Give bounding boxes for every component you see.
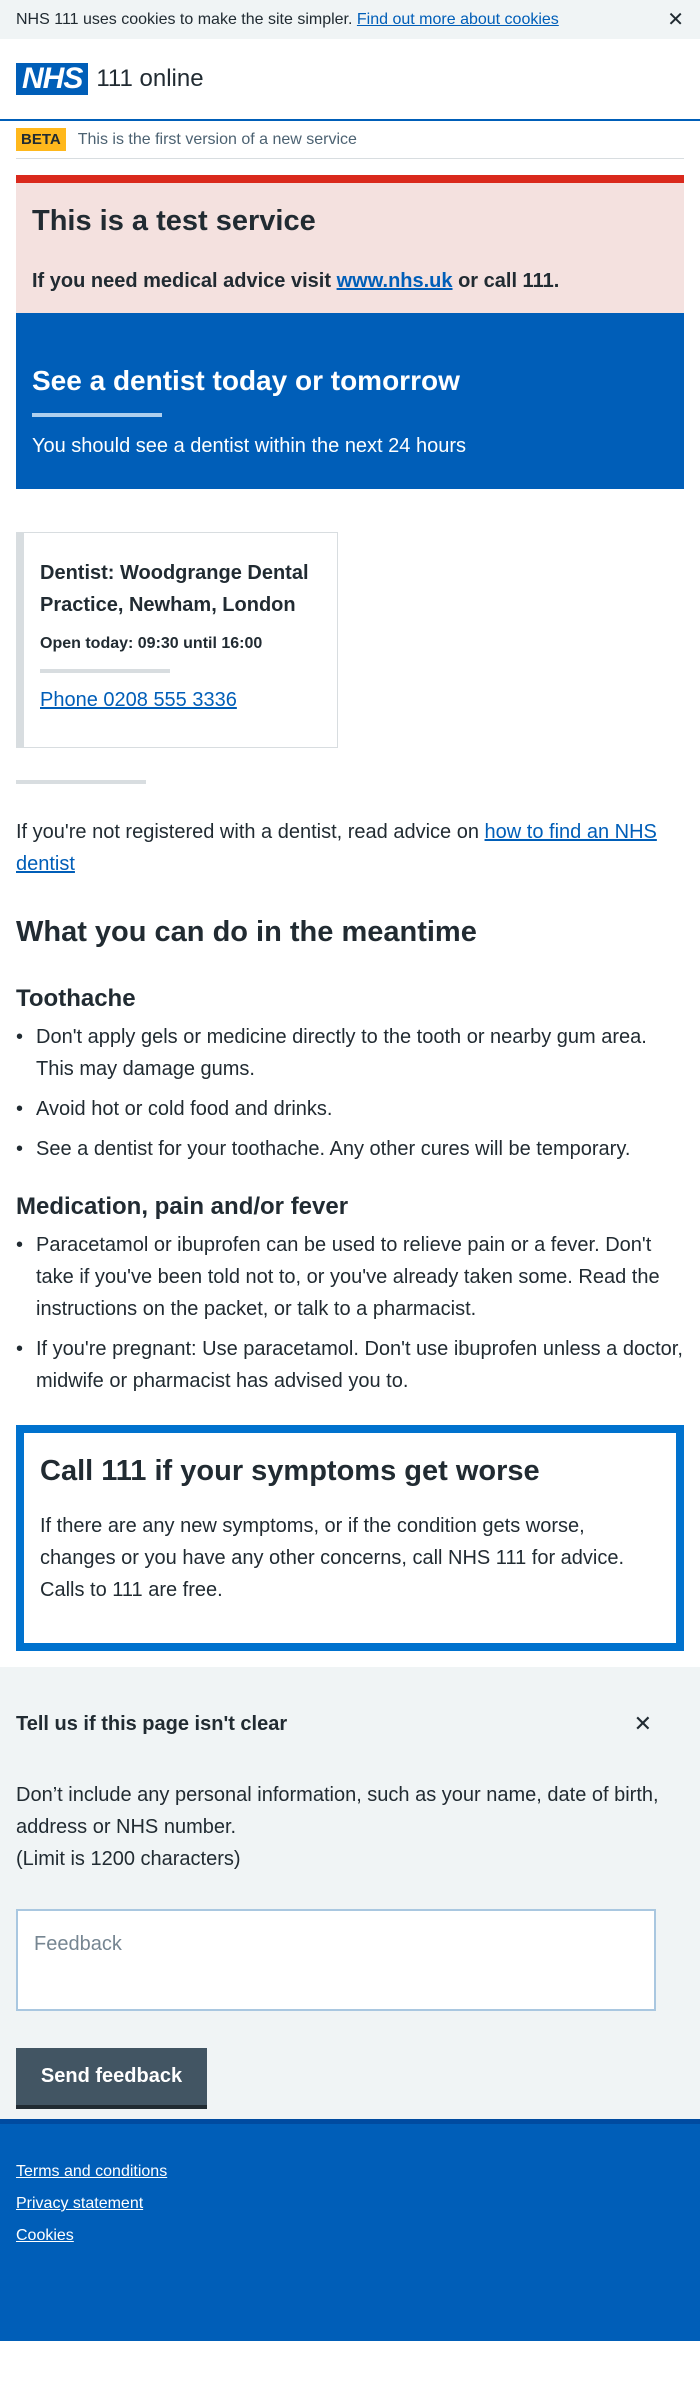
worse-symptoms-title: Call 111 if your symptoms get worse bbox=[40, 1455, 540, 1487]
cookie-message: NHS 111 uses cookies to make the site si… bbox=[16, 10, 353, 28]
footer-link-terms[interactable]: Terms and conditions bbox=[16, 2156, 684, 2188]
beta-banner: BETA This is the first version of a new … bbox=[16, 121, 684, 159]
send-feedback-button[interactable]: Send feedback bbox=[16, 2048, 207, 2105]
toothache-heading: Toothache bbox=[16, 985, 136, 1012]
close-icon[interactable]: ✕ bbox=[667, 7, 684, 32]
test-service-notice: This is a test service If you need medic… bbox=[16, 175, 684, 313]
feedback-limit-text: (Limit is 1200 characters) bbox=[16, 1848, 241, 1870]
cookie-info-link[interactable]: Find out more about cookies bbox=[357, 11, 559, 28]
opening-hours: Open today: 09:30 until 16:00 bbox=[40, 635, 263, 652]
beta-tag: BETA bbox=[16, 128, 66, 151]
service-name[interactable]: 111 online bbox=[96, 65, 203, 93]
list-item: If you're pregnant: Use paracetamol. Don… bbox=[16, 1333, 684, 1397]
cookie-banner: NHS 111 uses cookies to make the site si… bbox=[0, 0, 700, 39]
section-divider bbox=[16, 780, 146, 784]
worse-symptoms-card: Call 111 if your symptoms get worse If t… bbox=[16, 1425, 684, 1651]
feedback-title: Tell us if this page isn't clear bbox=[16, 1712, 288, 1735]
close-icon[interactable]: ✕ bbox=[634, 1711, 652, 1737]
list-item: Paracetamol or ibuprofen can be used to … bbox=[16, 1229, 684, 1325]
registration-advice: If you're not registered with a dentist,… bbox=[16, 816, 684, 880]
outcome-subtitle: You should see a dentist within the next… bbox=[32, 435, 467, 457]
meantime-heading: What you can do in the meantime bbox=[16, 916, 477, 948]
medication-heading: Medication, pain and/or fever bbox=[16, 1193, 349, 1220]
test-service-text: If you need medical advice visit www.nhs… bbox=[32, 270, 668, 293]
test-service-title: This is a test service bbox=[32, 205, 316, 237]
registration-text: If you're not registered with a dentist,… bbox=[16, 821, 479, 843]
feedback-info: Don’t include any personal information, … bbox=[16, 1779, 684, 1875]
site-footer: Terms and conditions Privacy statement C… bbox=[0, 2119, 700, 2341]
service-card: Dentist: Woodgrange Dental Practice, New… bbox=[16, 532, 338, 748]
feedback-input[interactable] bbox=[16, 1909, 656, 2011]
nhs-logo[interactable]: NHS bbox=[16, 63, 89, 95]
outcome-title: See a dentist today or tomorrow bbox=[32, 365, 460, 396]
service-card-divider bbox=[40, 669, 170, 673]
nhs-website-link[interactable]: www.nhs.uk bbox=[337, 270, 453, 292]
service-name-heading: Dentist: Woodgrange Dental Practice, New… bbox=[40, 562, 309, 616]
worse-symptoms-text: If there are any new symptoms, or if the… bbox=[40, 1515, 625, 1601]
medication-list: Paracetamol or ibuprofen can be used to … bbox=[16, 1229, 684, 1397]
outcome-panel: See a dentist today or tomorrow You shou… bbox=[16, 313, 684, 489]
site-header: NHS 111 online bbox=[0, 39, 700, 121]
phone-link[interactable]: Phone 0208 555 3336 bbox=[40, 689, 237, 711]
list-item: Don't apply gels or medicine directly to… bbox=[16, 1021, 684, 1085]
footer-link-privacy[interactable]: Privacy statement bbox=[16, 2188, 684, 2220]
beta-text: This is the first version of a new servi… bbox=[77, 130, 357, 148]
list-item: Avoid hot or cold food and drinks. bbox=[16, 1093, 684, 1125]
footer-link-cookies[interactable]: Cookies bbox=[16, 2220, 684, 2252]
feedback-privacy-text: Don’t include any personal information, … bbox=[16, 1784, 659, 1838]
cookie-banner-text: NHS 111 uses cookies to make the site si… bbox=[16, 11, 559, 29]
outcome-divider bbox=[32, 413, 162, 417]
feedback-header: Tell us if this page isn't clear ✕ bbox=[16, 1667, 684, 1737]
feedback-panel: Tell us if this page isn't clear ✕ Don’t… bbox=[0, 1667, 700, 2119]
main-content: If you're not registered with a dentist,… bbox=[0, 816, 700, 1397]
test-service-text-after: or call 111. bbox=[458, 270, 560, 292]
test-service-text-before: If you need medical advice visit bbox=[32, 270, 332, 292]
toothache-list: Don't apply gels or medicine directly to… bbox=[16, 1021, 684, 1165]
list-item: See a dentist for your toothache. Any ot… bbox=[16, 1133, 684, 1165]
